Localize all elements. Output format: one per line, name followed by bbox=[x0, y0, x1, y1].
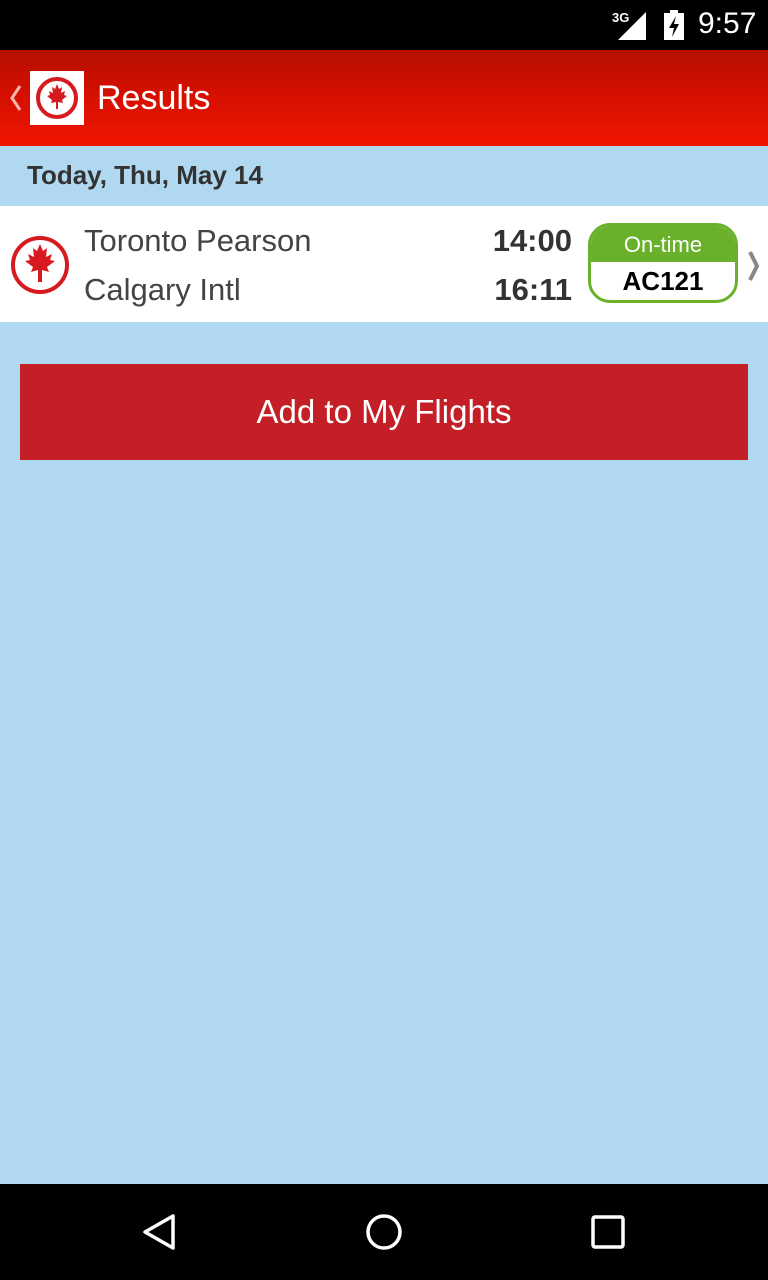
status-bar: 3G 9:57 bbox=[0, 0, 768, 50]
origin-airport: Toronto Pearson bbox=[84, 223, 312, 258]
flight-result-row[interactable]: Toronto Pearson Calgary Intl 14:00 16:11… bbox=[0, 206, 768, 322]
date-label: Today, Thu, May 14 bbox=[27, 160, 263, 190]
add-to-my-flights-button[interactable]: Add to My Flights bbox=[20, 364, 748, 460]
page-title: Results bbox=[97, 79, 211, 117]
arrival-time: 16:11 bbox=[494, 272, 572, 307]
app-logo[interactable] bbox=[30, 71, 84, 125]
flight-number: AC121 bbox=[622, 266, 704, 296]
destination-airport: Calgary Intl bbox=[84, 272, 241, 307]
battery-icon bbox=[664, 10, 684, 40]
home-circle-icon[interactable] bbox=[364, 1212, 404, 1252]
recents-square-icon[interactable] bbox=[588, 1212, 628, 1252]
flight-status-badge: On-time AC121 bbox=[588, 223, 738, 303]
departure-time: 14:00 bbox=[492, 223, 572, 258]
maple-leaf-logo-icon bbox=[36, 77, 78, 119]
status-clock: 9:57 bbox=[698, 7, 757, 40]
back-triangle-icon[interactable] bbox=[140, 1212, 180, 1252]
chevron-left-icon[interactable] bbox=[6, 78, 26, 118]
signal-icon bbox=[618, 12, 646, 40]
chevron-right-icon[interactable] bbox=[746, 248, 762, 284]
date-header: Today, Thu, May 14 bbox=[0, 146, 768, 206]
navigation-bar bbox=[0, 1184, 768, 1280]
status-label: On-time bbox=[591, 226, 735, 262]
app-bar: Results bbox=[0, 50, 768, 146]
screen: 3G 9:57 Results Today, Thu, May 14 Toron… bbox=[0, 0, 768, 1280]
airline-logo-icon bbox=[11, 236, 69, 294]
